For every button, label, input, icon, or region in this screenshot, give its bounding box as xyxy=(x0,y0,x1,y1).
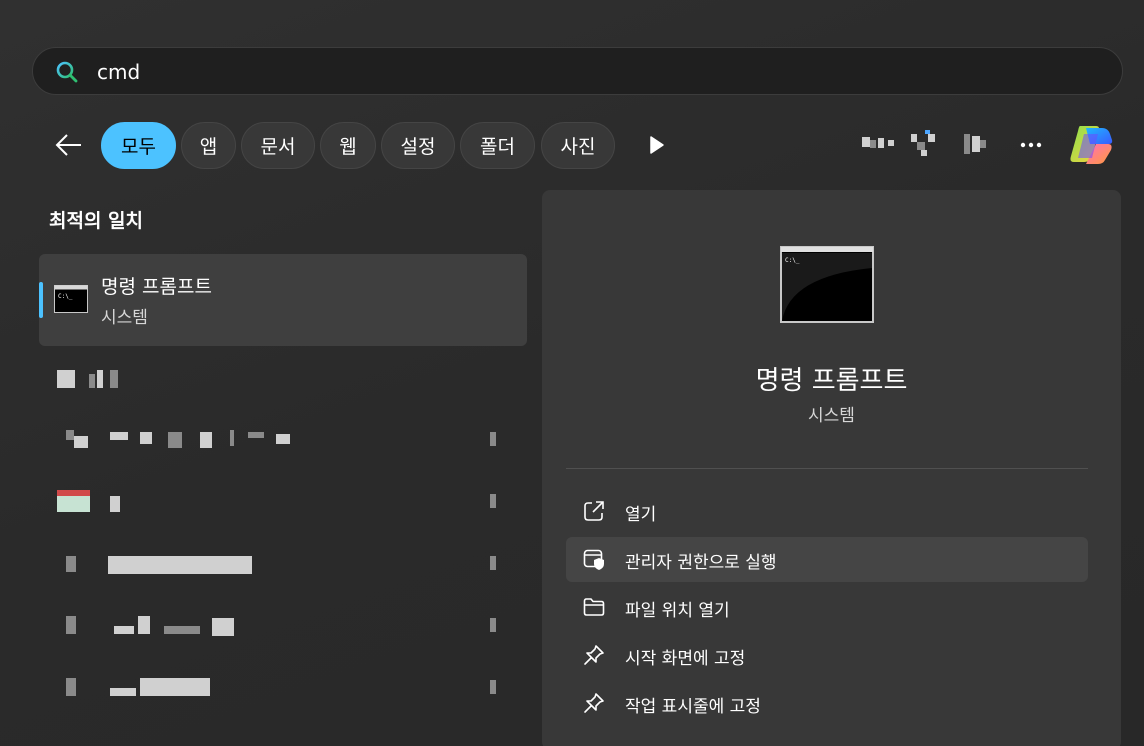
divider xyxy=(566,468,1088,469)
filter-chip-settings[interactable]: 설정 xyxy=(381,122,455,169)
filter-chip-web[interactable]: 웹 xyxy=(320,122,376,169)
action-label: 작업 표시줄에 고정 xyxy=(625,697,761,717)
filter-chip-folders[interactable]: 폴더 xyxy=(460,122,535,169)
folder-icon xyxy=(583,598,605,616)
open-external-icon xyxy=(584,501,604,521)
filter-chip-all[interactable]: 모두 xyxy=(101,122,176,169)
command-prompt-icon: C:\_ xyxy=(54,285,88,313)
action-label: 시작 화면에 고정 xyxy=(625,649,746,669)
action-open-file-location[interactable]: 파일 위치 열기 xyxy=(566,585,1088,630)
pin-icon xyxy=(584,693,604,713)
best-match-heading: 최적의 일치 xyxy=(49,210,144,232)
svg-text:C:\_: C:\_ xyxy=(58,293,73,300)
action-label: 파일 위치 열기 xyxy=(625,601,730,621)
result-type: 시스템 xyxy=(101,308,148,328)
action-pin-to-taskbar[interactable]: 작업 표시줄에 고정 xyxy=(566,681,1088,726)
action-run-as-admin[interactable]: 관리자 권한으로 실행 xyxy=(566,537,1088,582)
search-icon xyxy=(56,61,78,83)
back-arrow-icon[interactable] xyxy=(54,131,84,159)
detail-subtitle: 시스템 xyxy=(808,406,855,426)
filter-chip-apps[interactable]: 앱 xyxy=(181,122,236,169)
filter-chip-photos[interactable]: 사진 xyxy=(541,122,615,169)
svg-text:C:\_: C:\_ xyxy=(785,257,800,264)
pin-icon xyxy=(584,645,604,665)
search-box[interactable] xyxy=(32,47,1123,95)
action-open[interactable]: 열기 xyxy=(566,489,1088,534)
action-label: 관리자 권한으로 실행 xyxy=(625,553,777,573)
copilot-icon[interactable] xyxy=(1066,122,1116,168)
detail-panel: C:\_ 명령 프롬프트 시스템 열기 관리자 권한으로 실행 파일 위치 열기 xyxy=(542,190,1121,746)
play-icon[interactable] xyxy=(647,134,667,156)
more-options-icon[interactable] xyxy=(1016,130,1046,160)
selection-indicator xyxy=(39,282,43,318)
filter-chip-documents[interactable]: 문서 xyxy=(241,122,315,169)
search-input[interactable] xyxy=(97,58,1077,86)
command-prompt-large-icon: C:\_ xyxy=(780,246,874,323)
best-match-result[interactable]: C:\_ 명령 프롬프트 시스템 xyxy=(39,254,527,346)
action-label: 열기 xyxy=(625,505,657,525)
detail-title: 명령 프롬프트 xyxy=(755,366,908,396)
result-name: 명령 프롬프트 xyxy=(101,276,212,298)
action-pin-to-start[interactable]: 시작 화면에 고정 xyxy=(566,633,1088,678)
shield-window-icon xyxy=(583,549,604,570)
